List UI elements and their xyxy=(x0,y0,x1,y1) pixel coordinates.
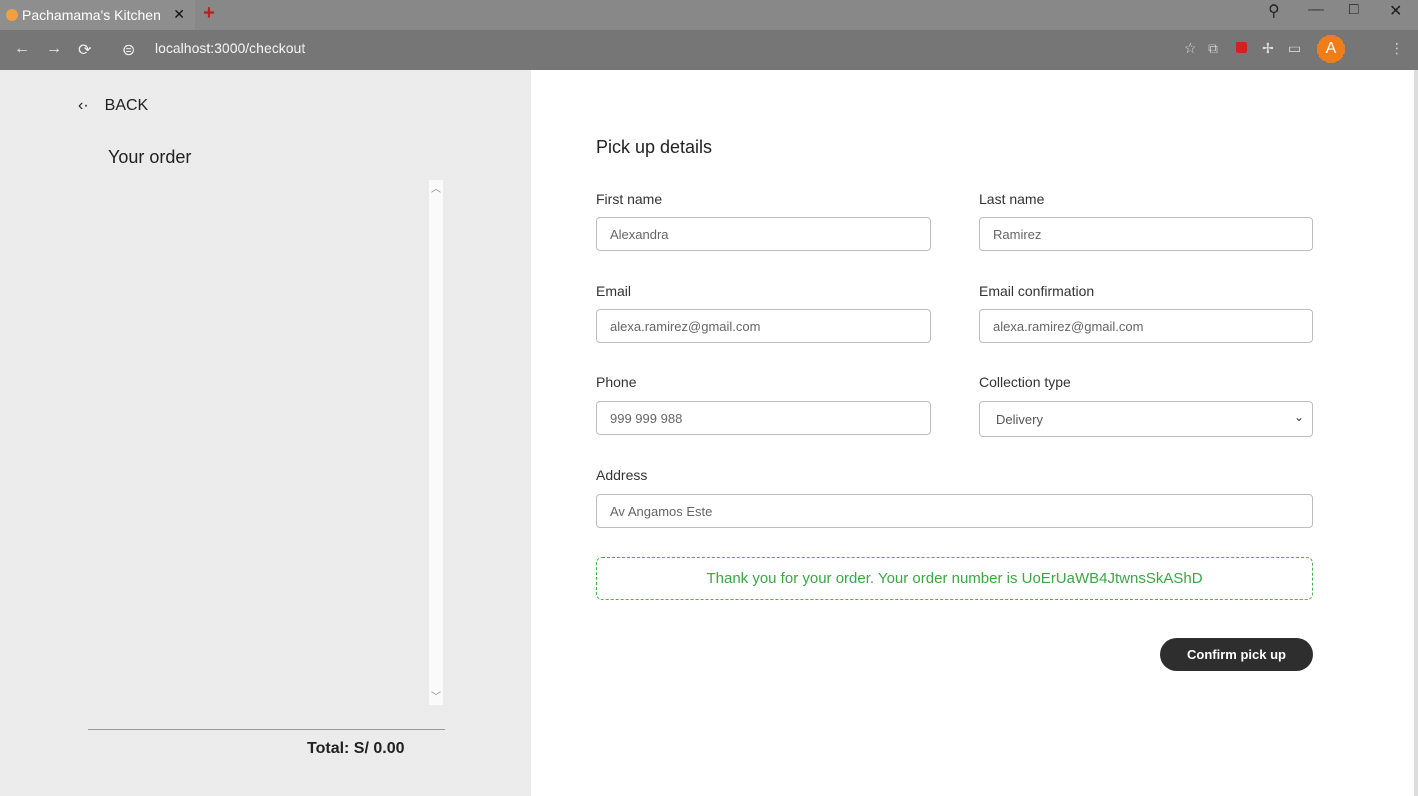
first-name-label: First name xyxy=(596,191,663,207)
tab-title: Pachamama's Kitchen xyxy=(22,7,161,23)
scroll-up-icon[interactable]: ︿ xyxy=(431,180,441,195)
collection-type-label: Collection type xyxy=(979,374,1071,390)
profile-avatar[interactable]: A xyxy=(1317,35,1345,63)
pickup-details-panel: Pick up details First name Last name Ema… xyxy=(531,70,1418,796)
order-total: Total: S/ 0.00 xyxy=(307,740,405,757)
email-field[interactable] xyxy=(596,309,931,343)
order-items-list xyxy=(88,180,443,705)
browser-search-icon[interactable]: ⚲ xyxy=(1268,1,1280,21)
last-name-field[interactable] xyxy=(979,217,1313,251)
site-info-icon[interactable]: ⊜ xyxy=(122,40,135,60)
sidebar-icon[interactable]: ▭ xyxy=(1288,40,1301,57)
bookmark-icon[interactable]: ☆ xyxy=(1184,40,1197,57)
address-label: Address xyxy=(596,467,648,483)
form-title: Pick up details xyxy=(596,137,713,157)
phone-field[interactable] xyxy=(596,401,931,435)
email-label: Email xyxy=(596,283,632,299)
email-confirmation-field[interactable] xyxy=(979,309,1313,343)
extension-icon[interactable]: ⧉ xyxy=(1208,40,1218,57)
browser-tab[interactable]: Pachamama's Kitchen ✕ xyxy=(0,0,195,30)
maximize-icon[interactable]: □ xyxy=(1349,1,1359,19)
menu-dots-icon[interactable]: ⋮ xyxy=(1390,40,1404,57)
scroll-down-icon[interactable]: ﹀ xyxy=(431,688,441,703)
page-scrollbar[interactable] xyxy=(1414,70,1418,796)
first-name-field[interactable] xyxy=(596,217,931,251)
back-label: BACK xyxy=(104,97,149,114)
back-button[interactable]: ‹· BACK xyxy=(78,97,148,115)
forward-nav-icon[interactable]: → xyxy=(46,40,62,58)
confirm-pickup-button[interactable]: Confirm pick up xyxy=(1160,638,1313,671)
order-list-scrollbar[interactable]: ︿ ﹀ xyxy=(429,180,443,705)
browser-tab-bar: Pachamama's Kitchen ✕ + ⚲ — □ ✕ xyxy=(0,0,1418,30)
close-window-icon[interactable]: ✕ xyxy=(1389,1,1402,21)
order-success-message: Thank you for your order. Your order num… xyxy=(596,557,1313,600)
reload-icon[interactable]: ⟳ xyxy=(78,40,91,60)
collection-type-select[interactable]: Delivery ⌄ xyxy=(979,401,1313,437)
last-name-label: Last name xyxy=(979,191,1045,207)
email-confirmation-label: Email confirmation xyxy=(979,283,1095,299)
back-nav-icon[interactable]: ← xyxy=(14,40,30,58)
extensions-puzzle-icon[interactable]: ✢ xyxy=(1262,40,1274,57)
address-bar[interactable]: localhost:3000/checkout xyxy=(155,40,305,56)
minimize-icon[interactable]: — xyxy=(1308,1,1324,19)
site-favicon-icon xyxy=(6,9,18,21)
order-title: Your order xyxy=(108,147,192,167)
collection-type-value: Delivery xyxy=(996,411,1043,427)
chevron-left-icon: ‹· xyxy=(78,97,89,114)
phone-label: Phone xyxy=(596,374,637,390)
new-tab-icon[interactable]: + xyxy=(203,2,215,25)
tab-close-icon[interactable]: ✕ xyxy=(173,6,185,23)
summary-divider xyxy=(88,729,445,730)
chevron-down-icon: ⌄ xyxy=(1293,410,1304,424)
extension-red-icon[interactable] xyxy=(1236,42,1247,53)
address-field[interactable] xyxy=(596,494,1313,528)
order-summary-panel: ‹· BACK Your order ︿ ﹀ Total: S/ 0.00 xyxy=(0,70,531,796)
